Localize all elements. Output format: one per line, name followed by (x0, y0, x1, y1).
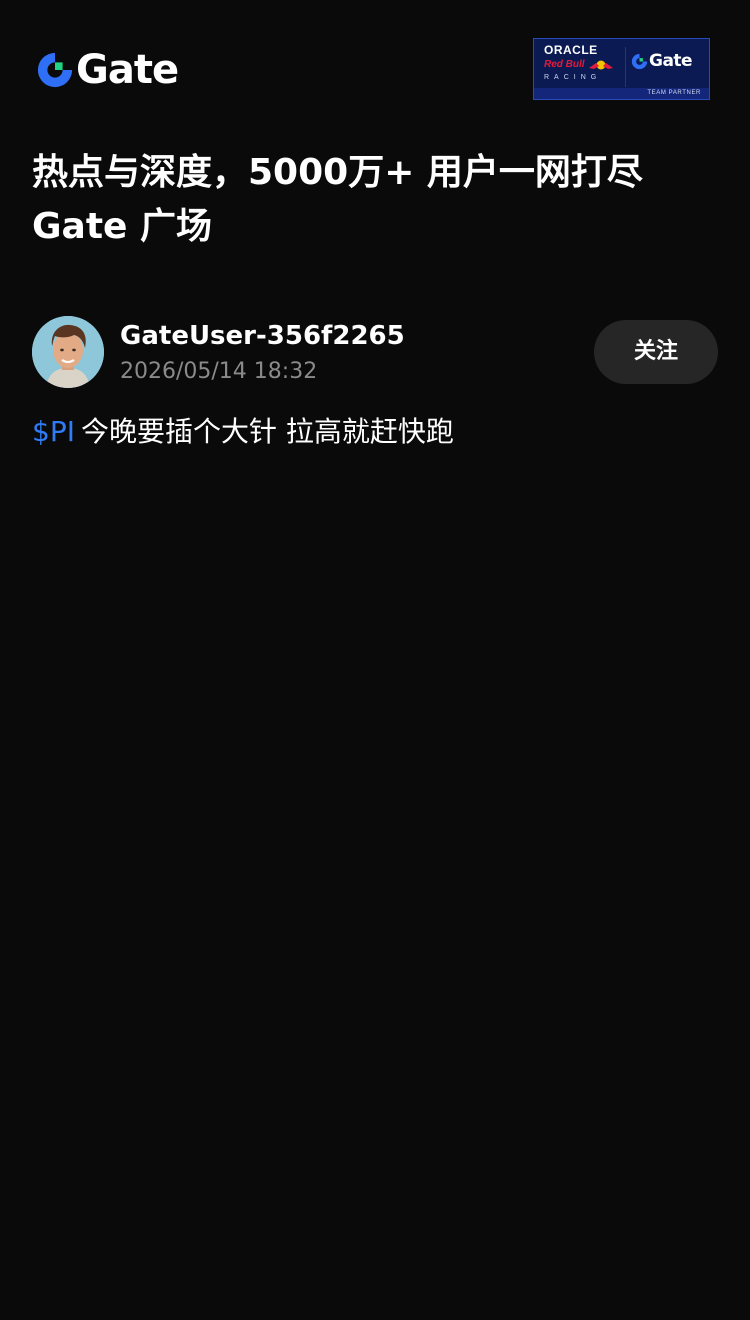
author-name[interactable]: GateUser-356f2265 (120, 320, 405, 352)
redbull-icon (588, 60, 613, 70)
page-headline: 热点与深度，5000万+ 用户一网打尽 Gate 广场 (32, 152, 643, 247)
post-author-row: GateUser-356f2265 2026/05/14 18:32 关注 (32, 316, 718, 388)
partner-gate-text: Gate (649, 51, 693, 71)
partner-footer-text: TEAM PARTNER (647, 90, 701, 96)
post-content: $PI 今晚要插个大针 拉高就赶快跑 (32, 410, 718, 454)
partner-racing-text: RACING (544, 74, 602, 81)
follow-button[interactable]: 关注 (594, 320, 718, 384)
gate-logo[interactable]: Gate (36, 47, 179, 93)
partner-redbull-text: Red Bull (544, 59, 585, 70)
partner-oracle-text: ORACLE (544, 43, 598, 57)
logo-text: Gate (76, 47, 179, 93)
partner-gate-logo: Gate (631, 51, 693, 71)
gate-small-logo-icon (631, 53, 648, 69)
post-timestamp: 2026/05/14 18:32 (120, 359, 318, 384)
partner-footer: TEAM PARTNER (534, 88, 709, 99)
gate-logo-icon (37, 52, 73, 88)
ticker-link[interactable]: $PI (32, 415, 75, 448)
header: Gate ORACLE Red Bull RACING Gate TEAM PA… (0, 0, 750, 130)
post-body-text: 今晚要插个大针 拉高就赶快跑 (80, 415, 454, 448)
avatar-image (32, 316, 104, 388)
partner-divider (625, 47, 626, 87)
partner-badge: ORACLE Red Bull RACING Gate TEAM PARTNER (533, 38, 710, 100)
user-avatar[interactable] (32, 316, 104, 388)
